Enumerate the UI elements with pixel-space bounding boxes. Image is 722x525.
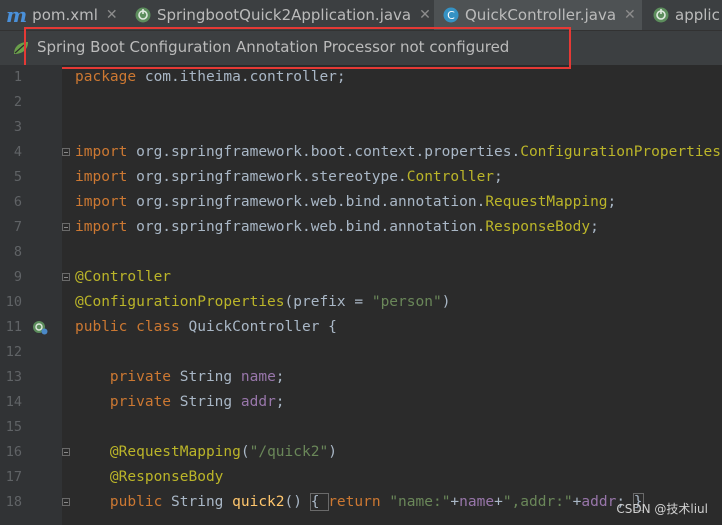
highlight-annotation-box xyxy=(24,27,571,69)
line-number: 6 xyxy=(13,194,22,210)
maven-m-icon: m xyxy=(6,3,28,27)
code-text: @ResponseBody xyxy=(109,469,224,485)
tab-label: pom.xml xyxy=(32,6,98,24)
line-number: 3 xyxy=(13,119,22,135)
svg-text:C: C xyxy=(447,9,455,22)
code-line[interactable]: 7 import org.springframework.web.bind.ann… xyxy=(0,215,722,240)
line-number: 8 xyxy=(13,244,22,260)
code-editor[interactable]: 1 package com.itheima.controller; 2 3 4 impor… xyxy=(0,65,722,525)
tab-label: SpringbootQuick2Application.java xyxy=(157,6,412,24)
tab-application[interactable]: applic xyxy=(652,0,720,30)
java-class-icon: C xyxy=(443,7,459,23)
close-icon[interactable]: ✕ xyxy=(106,7,118,23)
tab-quickcontroller[interactable]: C QuickController.java ✕ xyxy=(434,0,642,30)
fold-toggle-icon[interactable] xyxy=(62,148,70,156)
line-number: 14 xyxy=(5,394,22,410)
code-line[interactable]: 4 import org.springframework.boot.context… xyxy=(0,140,722,165)
line-number: 12 xyxy=(5,344,22,360)
spring-boot-icon xyxy=(135,7,151,23)
code-line[interactable]: 13 private String name; xyxy=(0,365,722,390)
code-text: private String name; xyxy=(109,369,285,385)
watermark: CSDN @技术liul xyxy=(616,502,708,516)
line-number: 9 xyxy=(13,269,22,285)
close-icon[interactable]: ✕ xyxy=(419,7,431,23)
code-text: public class QuickController { xyxy=(75,319,337,335)
line-number: 15 xyxy=(5,419,22,435)
code-line[interactable]: 8 xyxy=(0,240,722,265)
line-number: 18 xyxy=(5,494,22,510)
tab-springbootquick2application[interactable]: SpringbootQuick2Application.java ✕ xyxy=(134,0,431,30)
code-text: import org.springframework.web.bind.anno… xyxy=(75,194,617,210)
line-number: 5 xyxy=(13,169,22,185)
tab-pom-xml[interactable]: m pom.xml ✕ xyxy=(6,0,118,30)
code-line[interactable]: 9 @Controller xyxy=(0,265,722,290)
code-text: private String addr; xyxy=(109,394,285,410)
tab-label: applic xyxy=(675,6,720,24)
line-number: 4 xyxy=(13,144,22,160)
code-line[interactable]: 12 xyxy=(0,340,722,365)
code-text: @RequestMapping("/quick2") xyxy=(109,444,337,460)
code-line[interactable]: 17 @ResponseBody xyxy=(0,465,722,490)
code-line[interactable]: 11 public class QuickController { xyxy=(0,315,722,340)
code-line[interactable]: 16 @RequestMapping("/quick2") xyxy=(0,440,722,465)
code-line[interactable]: 14 private String addr; xyxy=(0,390,722,415)
code-text: import org.springframework.boot.context.… xyxy=(75,144,722,160)
code-line[interactable]: 5 import org.springframework.stereotype.C… xyxy=(0,165,722,190)
code-line[interactable]: 1 package com.itheima.controller; xyxy=(0,65,722,90)
code-line[interactable]: 18 public String quick2() { return "name… xyxy=(0,490,722,515)
code-text: public String quick2() { return "name:"+… xyxy=(109,493,644,511)
fold-toggle-icon[interactable] xyxy=(62,498,70,506)
line-number: 17 xyxy=(5,469,22,485)
fold-toggle-icon[interactable] xyxy=(62,448,70,456)
line-number: 13 xyxy=(5,369,22,385)
spring-boot-icon xyxy=(653,7,669,23)
code-text: @ConfigurationProperties(prefix = "perso… xyxy=(75,294,451,310)
code-line[interactable]: 6 import org.springframework.web.bind.ann… xyxy=(0,190,722,215)
code-line[interactable]: 3 xyxy=(0,115,722,140)
line-number: 2 xyxy=(13,94,22,110)
line-number: 10 xyxy=(5,294,22,310)
line-number: 1 xyxy=(13,69,22,85)
close-icon[interactable]: ✕ xyxy=(624,7,636,23)
code-line[interactable]: 2 xyxy=(0,90,722,115)
line-number: 7 xyxy=(13,219,22,235)
code-line[interactable]: 10 @ConfigurationProperties(prefix = "per… xyxy=(0,290,722,315)
spring-bean-icon[interactable] xyxy=(32,319,48,335)
code-text: import org.springframework.web.bind.anno… xyxy=(75,219,599,235)
code-line[interactable]: 15 xyxy=(0,415,722,440)
fold-toggle-icon[interactable] xyxy=(62,273,70,281)
code-text: package com.itheima.controller; xyxy=(75,69,346,85)
code-text: import org.springframework.stereotype.Co… xyxy=(75,169,503,185)
line-number: 16 xyxy=(5,444,22,460)
line-number: 11 xyxy=(5,319,22,335)
tab-label: QuickController.java xyxy=(465,6,617,24)
code-text: @Controller xyxy=(75,269,172,285)
fold-toggle-icon[interactable] xyxy=(62,223,70,231)
